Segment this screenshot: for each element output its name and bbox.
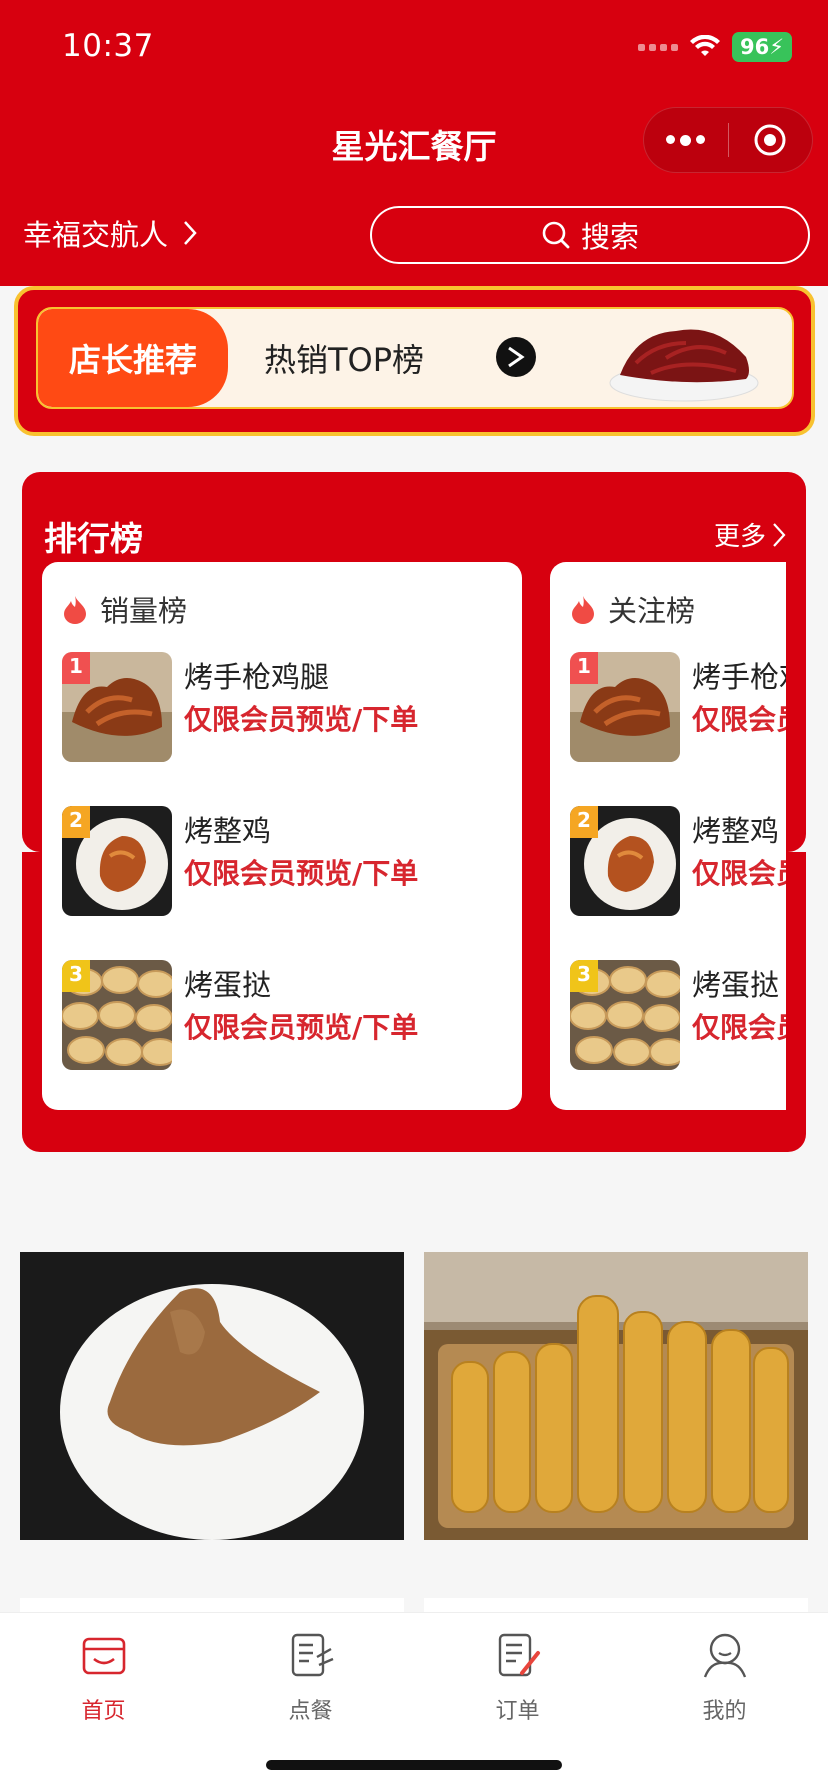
- item-name: 烤蛋挞: [692, 968, 780, 1002]
- list-item[interactable]: 1 烤手枪鸡腿 仅限会员预览/下单: [570, 652, 786, 762]
- store-name-label: 幸福交航人: [23, 218, 169, 252]
- rank-badge: 3: [570, 960, 598, 992]
- sales-ranking-card[interactable]: 销量榜 1 烤手枪鸡腿 仅限会员预览/下单 2 烤整鸡 仅限会员预览/下单 3 …: [42, 562, 522, 1110]
- tab-orders[interactable]: 订单: [414, 1627, 621, 1725]
- list-title: 销量榜: [100, 594, 188, 628]
- target-icon: [754, 124, 786, 156]
- roast-chicken-image: 2: [62, 806, 172, 916]
- menu-icon: [291, 1633, 333, 1677]
- store-selector[interactable]: 幸福交航人: [23, 212, 198, 254]
- status-time: 10:37: [62, 28, 154, 64]
- flame-icon: [64, 596, 86, 624]
- list-item[interactable]: 3 烤蛋挞 仅限会员预览/下单: [62, 960, 502, 1070]
- member-only-note: 仅限会员预览/下单: [692, 857, 786, 890]
- wifi-icon: [690, 35, 721, 56]
- promo-banner[interactable]: 店长推荐 热销TOP榜: [14, 286, 815, 436]
- tab-label: 点餐: [288, 1699, 333, 1724]
- battery-indicator: 96⚡: [732, 32, 792, 62]
- member-only-note: 仅限会员预览/下单: [692, 1011, 786, 1044]
- member-only-note: 仅限会员预览/下单: [184, 1011, 419, 1044]
- order-icon: [498, 1633, 540, 1677]
- top-header: 10:37 96⚡ 星光汇餐厅 幸福交航人 搜索: [0, 0, 828, 286]
- list-item[interactable]: 1 烤手枪鸡腿 仅限会员预览/下单: [62, 652, 502, 762]
- tab-profile[interactable]: 我的: [621, 1627, 828, 1725]
- more-button[interactable]: [644, 108, 728, 172]
- promo-tag: 店长推荐: [38, 309, 228, 407]
- roast-chicken-image: 2: [570, 806, 680, 916]
- more-label: 更多: [713, 522, 766, 552]
- tab-label: 首页: [81, 1699, 126, 1724]
- more-dots-icon: [666, 134, 706, 146]
- list-header: 销量榜: [62, 588, 187, 630]
- flame-icon: [572, 596, 594, 624]
- tab-label: 订单: [495, 1699, 540, 1724]
- search-label: 搜索: [580, 220, 639, 254]
- mini-program-capsule: [643, 107, 813, 173]
- item-name: 烤手枪鸡腿: [184, 660, 330, 694]
- close-button[interactable]: [729, 108, 813, 172]
- rank-badge: 2: [570, 806, 598, 838]
- tab-menu[interactable]: 点餐: [207, 1627, 414, 1725]
- rank-badge: 2: [62, 806, 90, 838]
- chicken-leg-image: 1: [570, 652, 680, 762]
- tab-home[interactable]: 首页: [0, 1627, 207, 1725]
- product-card-peek: [20, 1598, 404, 1612]
- item-name: 烤蛋挞: [184, 968, 272, 1002]
- home-icon: [82, 1637, 125, 1675]
- list-title: 关注榜: [608, 594, 696, 628]
- rank-badge: 3: [62, 960, 90, 992]
- search-button[interactable]: 搜索: [370, 206, 810, 264]
- follow-ranking-card[interactable]: 关注榜 1 烤手枪鸡腿 仅限会员预览/下单 2 烤整鸡 仅限会员预览/下单 3 …: [550, 562, 786, 1110]
- chicken-leg-image: 1: [62, 652, 172, 762]
- rank-badge: 1: [570, 652, 598, 684]
- chevron-right-icon: [184, 221, 197, 245]
- promo-banner-inner: 店长推荐 热销TOP榜: [36, 307, 794, 409]
- product-card-image[interactable]: [424, 1252, 808, 1540]
- signal-icon: [638, 43, 679, 51]
- dish-image: [609, 329, 759, 402]
- tab-label: 我的: [702, 1699, 747, 1724]
- ranking-lists[interactable]: 销量榜 1 烤手枪鸡腿 仅限会员预览/下单 2 烤整鸡 仅限会员预览/下单 3 …: [42, 562, 786, 1110]
- chevron-right-icon: [773, 522, 786, 547]
- product-card-image[interactable]: [20, 1252, 404, 1540]
- ranking-title: 排行榜: [44, 519, 143, 558]
- home-indicator: [266, 1760, 562, 1770]
- member-only-note: 仅限会员预览/下单: [184, 857, 419, 890]
- member-only-note: 仅限会员预览/下单: [184, 703, 419, 736]
- list-header: 关注榜: [570, 588, 695, 630]
- list-item[interactable]: 2 烤整鸡 仅限会员预览/下单: [570, 806, 786, 916]
- status-indicators: 96⚡: [638, 30, 792, 64]
- egg-tart-image: 3: [62, 960, 172, 1070]
- product-card-peek: [424, 1598, 808, 1612]
- ranking-more-link[interactable]: 更多: [714, 516, 786, 553]
- profile-icon: [703, 1633, 746, 1678]
- member-only-note: 仅限会员预览/下单: [692, 703, 786, 736]
- list-item[interactable]: 2 烤整鸡 仅限会员预览/下单: [62, 806, 502, 916]
- promo-text: 热销TOP榜: [264, 341, 425, 379]
- item-name: 烤手枪鸡腿: [692, 660, 786, 694]
- search-icon: [542, 221, 570, 249]
- list-item[interactable]: 3 烤蛋挞 仅限会员预览/下单: [570, 960, 786, 1070]
- egg-tart-image: 3: [570, 960, 680, 1070]
- rank-badge: 1: [62, 652, 90, 684]
- battery-level: 96: [740, 35, 770, 59]
- item-name: 烤整鸡: [184, 814, 272, 848]
- item-name: 烤整鸡: [692, 814, 780, 848]
- arrow-right-icon[interactable]: [496, 337, 536, 377]
